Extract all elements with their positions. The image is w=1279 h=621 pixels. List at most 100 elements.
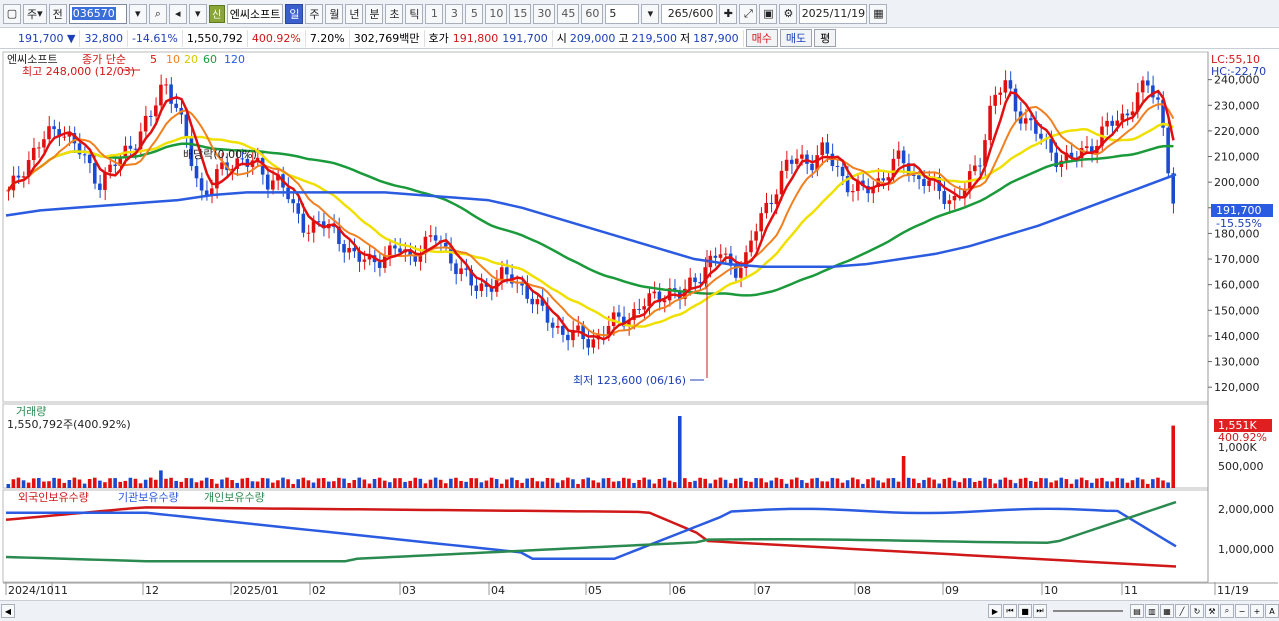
- buy-button[interactable]: 매수: [745, 29, 778, 47]
- scroll-right-icon[interactable]: ▶: [988, 604, 1002, 618]
- stock-code-input[interactable]: 036570: [68, 3, 127, 24]
- high-annotation: 최고 248,000 (12/03): [22, 65, 135, 78]
- zoom-slider[interactable]: [1053, 610, 1123, 612]
- current-price: 191,700 ▼: [0, 29, 81, 47]
- interval-3[interactable]: 3: [445, 3, 464, 24]
- prefix-select[interactable]: 전: [48, 3, 67, 24]
- interval-dropdown-icon[interactable]: ▾: [641, 3, 660, 24]
- period-year[interactable]: 년: [345, 3, 364, 24]
- period-tick[interactable]: 틱: [405, 3, 424, 24]
- volume-bar: [26, 482, 31, 488]
- layout-icon[interactable]: ▤: [1130, 604, 1144, 618]
- candle-body: [352, 247, 356, 252]
- candle-body: [535, 299, 540, 305]
- zoom-icon[interactable]: ⌕: [1220, 604, 1234, 618]
- calendar-icon[interactable]: ▦: [869, 3, 888, 24]
- period-week[interactable]: 주: [305, 3, 324, 24]
- interval-15[interactable]: 15: [509, 3, 532, 24]
- tool-icon[interactable]: ⚒: [1205, 604, 1219, 618]
- volume-bar: [886, 478, 891, 488]
- candle-body: [652, 291, 657, 294]
- refresh-icon[interactable]: ↻: [1190, 604, 1204, 618]
- stop-icon[interactable]: ■: [1018, 604, 1032, 618]
- period-second[interactable]: 초: [385, 3, 404, 24]
- new-badge[interactable]: 신: [208, 4, 225, 23]
- trade-amount: 302,769백만: [350, 29, 425, 47]
- stock-chart-svg[interactable]: 240,000230,000220,000210,000200,000190,0…: [0, 50, 1279, 600]
- volume-bar: [1049, 482, 1053, 488]
- candle-body: [82, 154, 87, 156]
- candle-body: [37, 147, 41, 149]
- x-tick-label: 07: [757, 584, 771, 597]
- split-icon[interactable]: ▥: [1145, 604, 1159, 618]
- gear-icon[interactable]: ⚙: [779, 3, 798, 24]
- sell-button[interactable]: 매도: [779, 29, 813, 47]
- open-price: 209,000: [569, 31, 616, 45]
- volume-bar: [962, 478, 967, 488]
- volume-bar: [779, 479, 784, 488]
- date-input[interactable]: 2025/11/19: [799, 3, 868, 24]
- volume-bar: [352, 479, 356, 488]
- volume-bar: [459, 480, 463, 488]
- interval-input[interactable]: 5: [605, 3, 640, 24]
- minus-icon[interactable]: −: [1235, 604, 1249, 618]
- volume-bar: [1140, 479, 1145, 488]
- volume-value: 1,550,792: [183, 29, 248, 47]
- table-icon[interactable]: ▦: [1160, 604, 1174, 618]
- interval-5[interactable]: 5: [465, 3, 484, 24]
- volume-bar: [586, 477, 590, 488]
- period-day[interactable]: 일: [285, 3, 304, 24]
- interval-1[interactable]: 1: [425, 3, 444, 24]
- price-ytick-label: 160,000: [1214, 279, 1260, 292]
- period-month[interactable]: 월: [325, 3, 344, 24]
- search-icon[interactable]: ⌕: [148, 3, 167, 24]
- volume-bar: [967, 478, 972, 488]
- market-select[interactable]: 주 ▾: [23, 3, 47, 24]
- font-size-icon[interactable]: A: [1265, 604, 1279, 618]
- volume-bar: [978, 480, 982, 488]
- volume-bar: [357, 477, 362, 488]
- speaker-dropdown-icon[interactable]: ▾: [188, 3, 207, 24]
- interval-30[interactable]: 30: [533, 3, 556, 24]
- volume-bar: [601, 478, 606, 488]
- chart-area[interactable]: 240,000230,000220,000210,000200,000190,0…: [0, 50, 1279, 600]
- candle-body: [1008, 80, 1013, 89]
- draw-tool-icon[interactable]: ⤢: [739, 3, 758, 24]
- eval-button[interactable]: 평: [814, 29, 837, 47]
- candle-body: [784, 159, 789, 171]
- interval-60[interactable]: 60: [581, 3, 604, 24]
- volume-bar: [1084, 480, 1089, 488]
- first-page-icon[interactable]: ⏮: [1003, 604, 1017, 618]
- draw-line-icon[interactable]: ╱: [1175, 604, 1189, 618]
- volume-bar: [667, 480, 672, 488]
- speaker-icon[interactable]: ◂: [168, 3, 187, 24]
- chart-scrollbar[interactable]: ◀ ▶ ⏮ ■ ⏭ ▤ ▥ ▦ ╱ ↻ ⚒ ⌕ − + A: [0, 600, 1279, 621]
- volume-bar: [652, 483, 657, 488]
- crosshair-icon[interactable]: ✚: [719, 3, 738, 24]
- last-page-icon[interactable]: ⏭: [1033, 604, 1047, 618]
- candle-body: [881, 178, 886, 181]
- code-dropdown-icon[interactable]: ▾: [128, 3, 147, 24]
- candle-body: [62, 136, 67, 138]
- volume-bar: [1003, 477, 1008, 488]
- interval-45[interactable]: 45: [557, 3, 580, 24]
- volume-bar: [754, 478, 758, 488]
- interval-10[interactable]: 10: [485, 3, 508, 24]
- volume-bar: [474, 478, 479, 488]
- volume-bar: [1095, 478, 1099, 488]
- candle-body: [31, 147, 36, 161]
- current-price-label: 191,700: [1216, 204, 1262, 217]
- candle-body: [713, 255, 718, 258]
- plus-icon[interactable]: +: [1250, 604, 1264, 618]
- volume-bar: [922, 479, 926, 488]
- save-icon[interactable]: ▣: [759, 3, 778, 24]
- legend-ma20: 20: [184, 53, 198, 66]
- scroll-left-icon[interactable]: ◀: [1, 604, 15, 618]
- candle-body: [774, 194, 779, 205]
- volume-bar: [988, 478, 992, 488]
- period-minute[interactable]: 분: [365, 3, 384, 24]
- count-input[interactable]: 265/600: [661, 3, 718, 24]
- volume-bar: [840, 482, 845, 488]
- volume-bar: [830, 477, 835, 488]
- window-icon[interactable]: ▢: [3, 3, 21, 24]
